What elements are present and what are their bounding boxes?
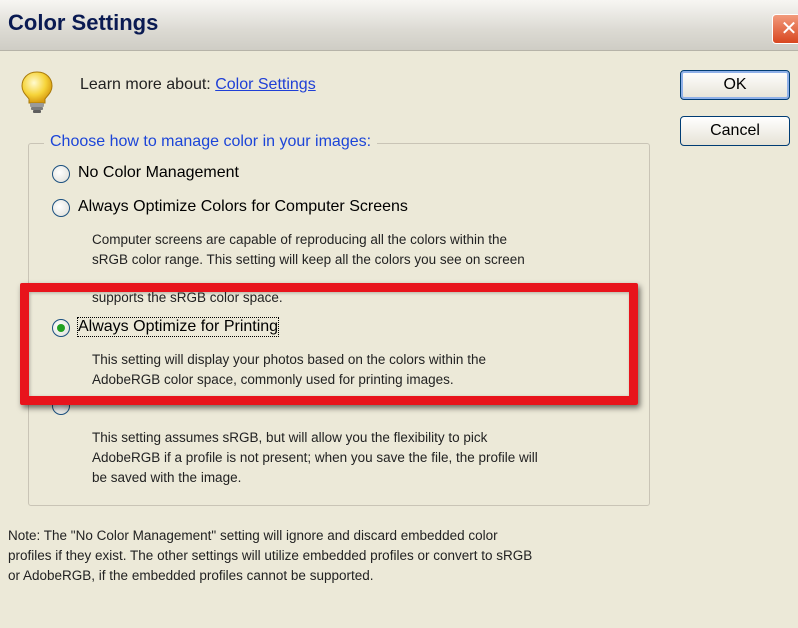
radio-no-color-management[interactable] bbox=[52, 165, 70, 183]
note-line: Note: The "No Color Management" setting … bbox=[8, 528, 498, 543]
note-line: profiles if they exist. The other settin… bbox=[8, 548, 533, 563]
learn-more-line: Learn more about: Color Settings bbox=[80, 76, 316, 94]
description-line: This setting will display your photos ba… bbox=[92, 352, 486, 367]
note-text: Note: The "No Color Management" setting … bbox=[8, 526, 648, 586]
learn-more-label: Learn more about: bbox=[80, 76, 211, 93]
radio-optimize-screens[interactable] bbox=[52, 199, 70, 217]
description-line: This setting assumes sRGB, but will allo… bbox=[92, 430, 488, 445]
cancel-button[interactable]: Cancel bbox=[680, 116, 790, 146]
description-line: Computer screens are capable of reproduc… bbox=[92, 232, 507, 247]
note-line: or AdobeRGB, if the embedded profiles ca… bbox=[8, 568, 374, 583]
description-line: sRGB color range. This setting will keep… bbox=[92, 252, 525, 267]
close-icon[interactable]: ✕ bbox=[772, 14, 798, 44]
description-line: AdobeRGB if a profile is not present; wh… bbox=[92, 450, 538, 465]
group-legend: Choose how to manage color in your image… bbox=[44, 133, 378, 151]
window-title: Color Settings bbox=[8, 10, 159, 35]
option-label: Always Optimize Colors for Computer Scre… bbox=[78, 198, 408, 215]
option-description: Computer screens are capable of reproduc… bbox=[92, 230, 632, 270]
option-label: No Color Management bbox=[78, 164, 239, 181]
lightbulb-icon bbox=[21, 71, 53, 113]
description-line: supports the sRGB color space. bbox=[92, 290, 283, 305]
option-label: Always Optimize for Printing bbox=[76, 317, 280, 337]
option-description: This setting assumes sRGB, but will allo… bbox=[92, 428, 632, 488]
option-description: supports the sRGB color space. bbox=[92, 288, 632, 308]
radio-optimize-printing[interactable] bbox=[52, 319, 70, 337]
ok-button[interactable]: OK bbox=[680, 70, 790, 100]
title-bar: Color Settings ✕ bbox=[0, 0, 798, 51]
description-line: AdobeRGB color space, commonly used for … bbox=[92, 372, 454, 387]
option-description: This setting will display your photos ba… bbox=[92, 350, 632, 390]
description-line: be saved with the image. bbox=[92, 470, 242, 485]
color-settings-help-link[interactable]: Color Settings bbox=[215, 76, 316, 93]
